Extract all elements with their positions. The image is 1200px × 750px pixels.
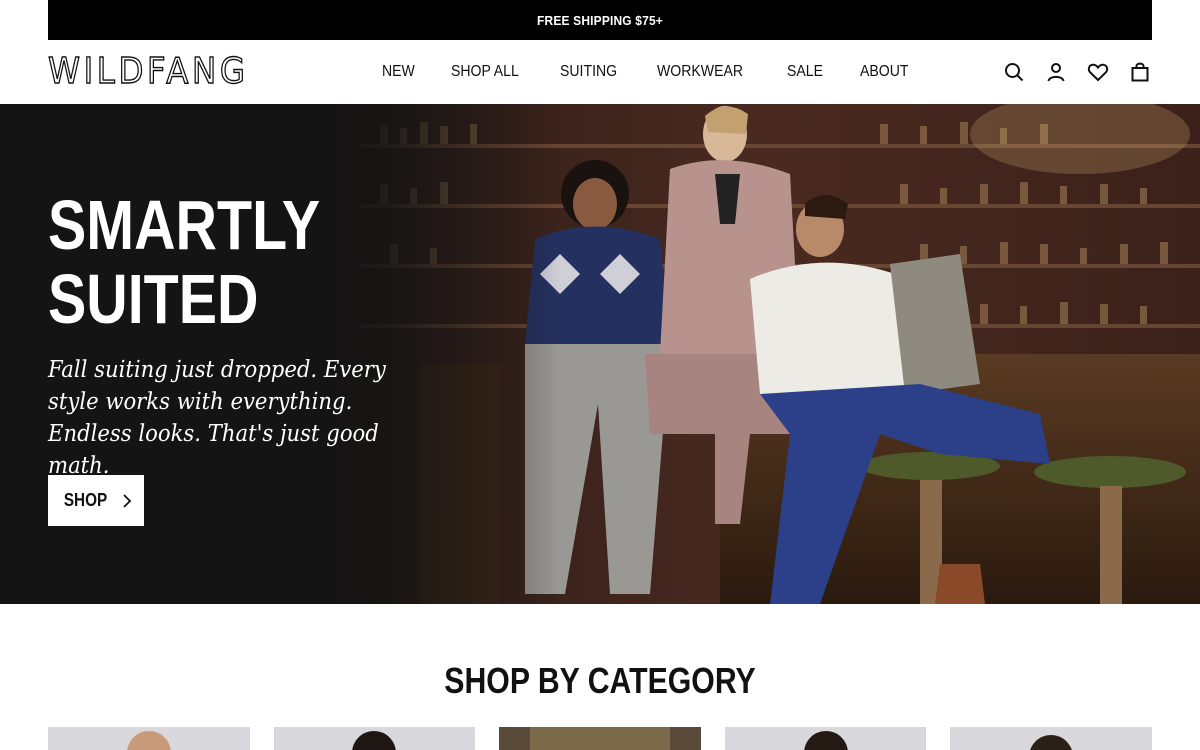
hero-title: SMARTLY SUITED bbox=[48, 186, 321, 338]
nav-item-shop-all[interactable]: SHOP ALL bbox=[451, 63, 519, 81]
category-grid bbox=[48, 727, 1152, 750]
hero-title-line1: SMARTLY bbox=[48, 186, 321, 264]
announcement-bar: FREE SHIPPING $75+ bbox=[48, 0, 1152, 40]
nav-item-about[interactable]: ABOUT bbox=[860, 63, 909, 81]
category-card[interactable] bbox=[48, 727, 250, 750]
category-card[interactable] bbox=[499, 727, 701, 750]
hero-subtitle: Fall suiting just dropped. Every style w… bbox=[48, 357, 386, 479]
shop-button-label: SHOP bbox=[64, 490, 108, 510]
shop-button[interactable]: SHOP bbox=[48, 475, 144, 526]
search-icon[interactable] bbox=[1002, 60, 1026, 84]
hero-banner: SMARTLY SUITED Fall suiting just dropped… bbox=[0, 104, 1200, 604]
wildfang-logo[interactable]: WILDFANG bbox=[47, 53, 249, 90]
cart-bag-icon[interactable] bbox=[1128, 60, 1152, 84]
category-model-photo bbox=[803, 731, 848, 750]
shop-by-category-heading: SHOP BY CATEGORY bbox=[444, 660, 756, 701]
nav-item-suiting[interactable]: SUITING bbox=[560, 63, 617, 81]
header-actions bbox=[1002, 60, 1152, 84]
main-nav: NEW SHOP ALL SUITING WORKWEAR SALE ABOUT bbox=[382, 40, 947, 104]
wishlist-heart-icon[interactable] bbox=[1086, 60, 1110, 84]
nav-item-workwear[interactable]: WORKWEAR bbox=[657, 63, 743, 81]
hero-title-line2: SUITED bbox=[48, 260, 259, 338]
site-header: WILDFANG NEW SHOP ALL SUITING WORKWEAR S… bbox=[0, 40, 1200, 104]
category-card[interactable] bbox=[273, 727, 476, 750]
account-icon[interactable] bbox=[1044, 60, 1068, 84]
chevron-right-icon bbox=[122, 493, 131, 508]
nav-item-new[interactable]: NEW bbox=[382, 63, 415, 81]
announcement-text: FREE SHIPPING $75+ bbox=[537, 12, 663, 28]
category-model-photo bbox=[352, 731, 397, 750]
category-model-photo bbox=[529, 727, 670, 750]
category-card[interactable] bbox=[950, 727, 1152, 750]
category-model-photo bbox=[1029, 735, 1074, 750]
category-model-photo bbox=[126, 731, 171, 750]
nav-item-sale[interactable]: SALE bbox=[787, 63, 823, 81]
category-card[interactable] bbox=[724, 727, 927, 750]
